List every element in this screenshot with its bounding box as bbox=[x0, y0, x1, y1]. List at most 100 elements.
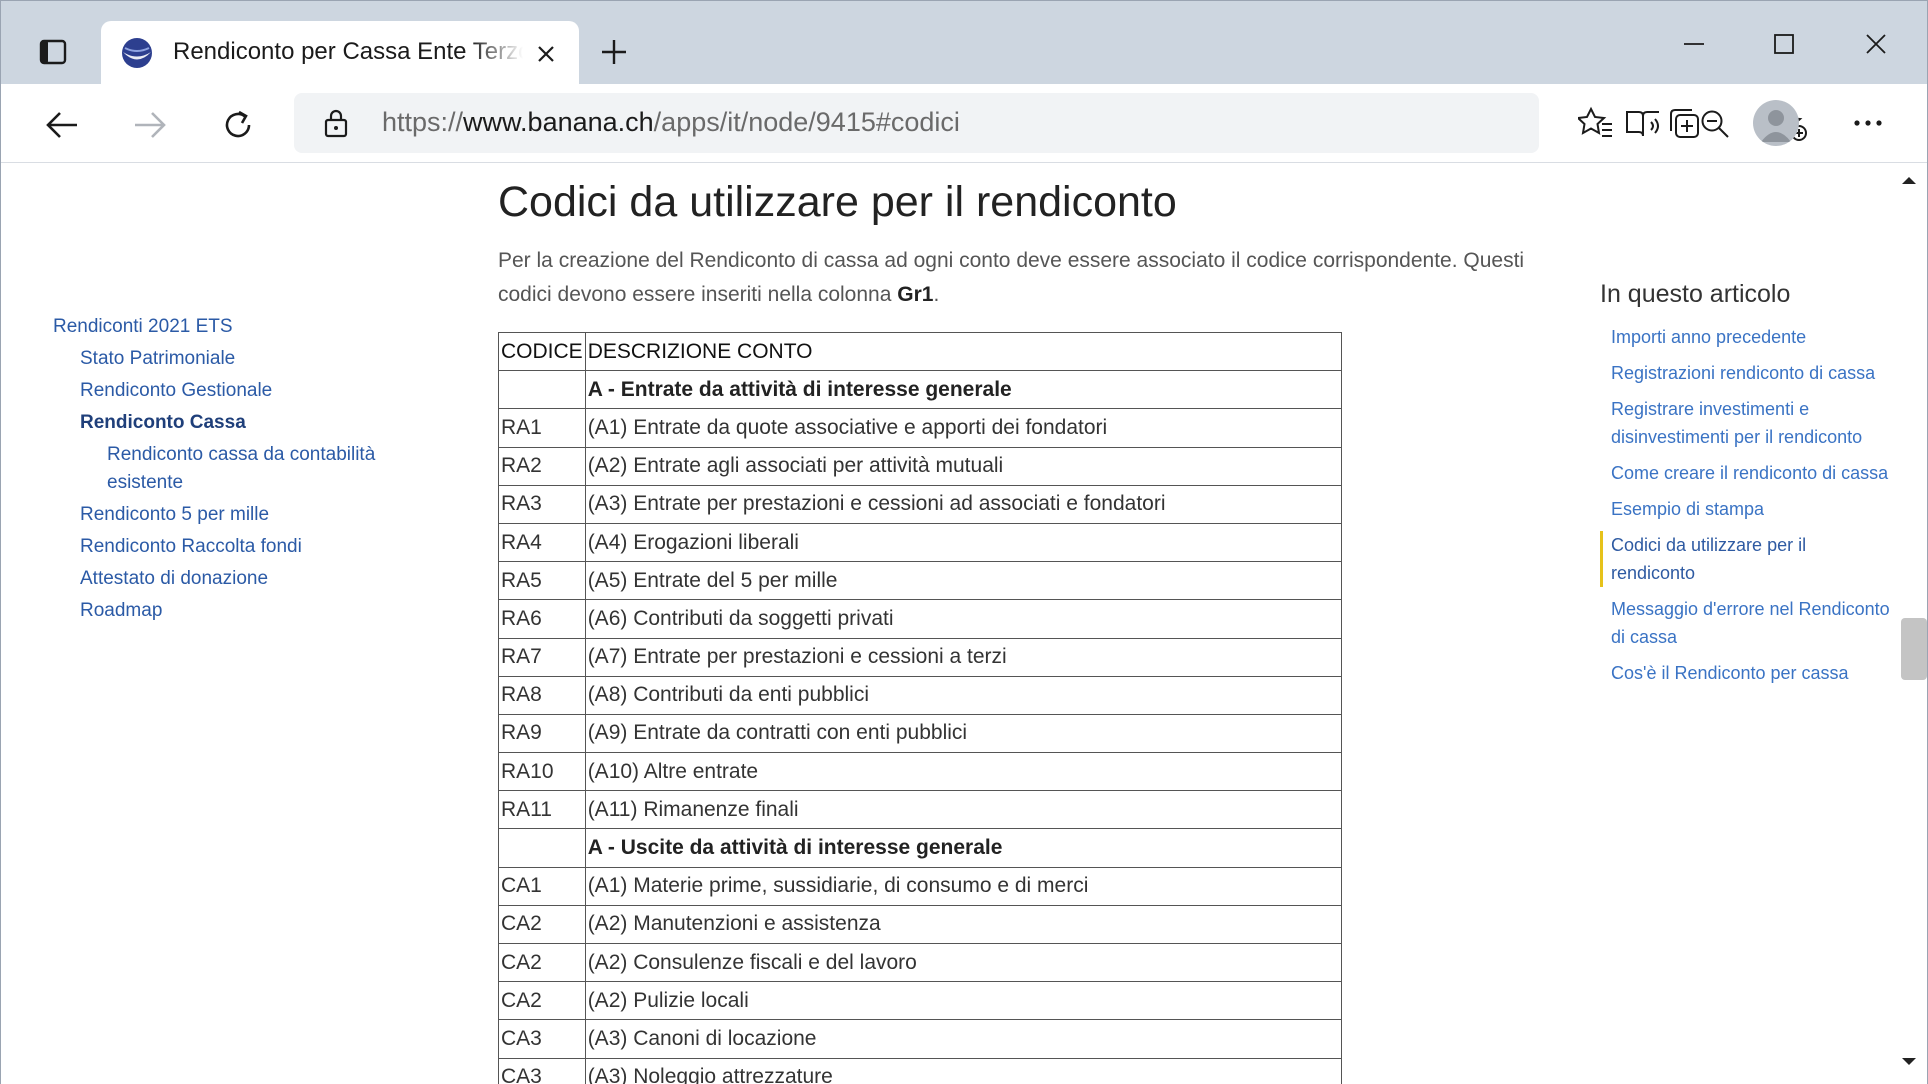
code-cell: RA8 bbox=[498, 675, 586, 715]
close-tab-icon[interactable] bbox=[529, 37, 563, 71]
scroll-down-arrow-icon[interactable] bbox=[1899, 1054, 1919, 1070]
description-cell: (A8) Contributi da enti pubblici bbox=[584, 675, 1342, 715]
url-host: www.banana.ch bbox=[463, 107, 654, 137]
code-cell: CA3 bbox=[498, 1057, 586, 1084]
banana-logo-icon bbox=[121, 37, 153, 69]
nav-item-rendiconto-cassa-contabilita[interactable]: Rendiconto cassa da contabilità esistent… bbox=[53, 441, 413, 497]
nav-item-rendiconto-gestionale[interactable]: Rendiconto Gestionale bbox=[53, 375, 413, 407]
header-descrizione: DESCRIZIONE CONTO bbox=[584, 331, 1342, 372]
description-cell: (A3) Noleggio attrezzature bbox=[584, 1057, 1342, 1084]
table-row: RA11 (A11) Rimanenze finali bbox=[498, 790, 1342, 830]
toc-item-registrazioni-rendiconto[interactable]: Registrazioni rendiconto di cassa bbox=[1600, 359, 1890, 387]
table-header-row: CODICE DESCRIZIONE CONTO bbox=[498, 331, 1342, 372]
scrollbar-thumb[interactable] bbox=[1901, 618, 1927, 680]
browser-window: Rendiconto per Cassa Ente Terzo Settore bbox=[0, 0, 1928, 1084]
tab-actions-icon[interactable] bbox=[29, 29, 77, 75]
close-window-icon[interactable] bbox=[1851, 21, 1901, 67]
code-cell bbox=[498, 828, 586, 868]
new-tab-plus-icon[interactable] bbox=[591, 29, 637, 75]
toc-item-messaggio-errore[interactable]: Messaggio d'errore nel Rendiconto di cas… bbox=[1600, 595, 1890, 651]
description-cell: (A3) Canoni di locazione bbox=[584, 1019, 1342, 1059]
nav-item-rendiconti-2021-ets[interactable]: Rendiconti 2021 ETS bbox=[53, 311, 413, 343]
minimize-icon[interactable] bbox=[1669, 21, 1719, 67]
description-cell: (A11) Rimanenze finali bbox=[584, 790, 1342, 830]
address-bar[interactable]: https://www.banana.ch/apps/it/node/9415#… bbox=[294, 93, 1807, 153]
refresh-icon[interactable] bbox=[213, 100, 263, 150]
intro-end: . bbox=[933, 283, 940, 306]
title-bar: Rendiconto per Cassa Ente Terzo Settore bbox=[1, 1, 1927, 84]
table-row: CA3 (A3) Canoni di locazione bbox=[498, 1019, 1342, 1059]
nav-item-rendiconto-raccolta-fondi[interactable]: Rendiconto Raccolta fondi bbox=[53, 531, 413, 563]
tab-title: Rendiconto per Cassa Ente Terzo Settore bbox=[173, 38, 523, 65]
table-row: RA7 (A7) Entrate per prestazioni e cessio… bbox=[498, 637, 1342, 677]
table-row: RA1 (A1) Entrate da quote associative e a… bbox=[498, 408, 1342, 448]
code-cell: CA1 bbox=[498, 866, 586, 906]
nav-item-rendiconto-5-per-mille[interactable]: Rendiconto 5 per mille bbox=[53, 499, 413, 531]
toc-item-codici-active[interactable]: Codici da utilizzare per il rendiconto bbox=[1600, 531, 1890, 587]
description-cell: (A10) Altre entrate bbox=[584, 752, 1342, 792]
code-cell: CA2 bbox=[498, 904, 586, 945]
favorites-icon[interactable] bbox=[1573, 100, 1619, 146]
section-title-cell: A - Entrate da attività di interesse gen… bbox=[584, 370, 1342, 410]
description-cell: (A3) Entrate per prestazioni e cessioni … bbox=[584, 484, 1342, 524]
tab-active[interactable]: Rendiconto per Cassa Ente Terzo Settore bbox=[101, 21, 579, 84]
table-row: RA4 (A4) Erogazioni liberali bbox=[498, 522, 1342, 563]
toc-item-cos-e-rendiconto[interactable]: Cos'è il Rendiconto per cassa bbox=[1600, 659, 1890, 687]
code-cell: RA6 bbox=[498, 599, 586, 639]
table-row: CA2 (A2) Manutenzioni e assistenza bbox=[498, 904, 1342, 945]
code-cell: CA2 bbox=[498, 981, 586, 1021]
table-row: RA8 (A8) Contributi da enti pubblici bbox=[498, 675, 1342, 715]
code-cell: RA7 bbox=[498, 637, 586, 677]
more-menu-icon[interactable] bbox=[1845, 100, 1891, 146]
toc-item-registrare-investimenti[interactable]: Registrare investimenti e disinvestiment… bbox=[1600, 395, 1890, 451]
url-text[interactable]: https://www.banana.ch/apps/it/node/9415#… bbox=[382, 107, 960, 138]
code-cell: CA3 bbox=[498, 1019, 586, 1059]
description-cell: (A1) Materie prime, sussidiarie, di cons… bbox=[584, 866, 1342, 906]
intro-text: Per la creazione del Rendiconto di cassa… bbox=[498, 249, 1525, 306]
table-row: RA9 (A9) Entrate da contratti con enti pu… bbox=[498, 713, 1342, 754]
code-cell: RA11 bbox=[498, 790, 586, 830]
collections-icon[interactable] bbox=[1661, 100, 1707, 146]
description-cell: (A2) Entrate agli associati per attività… bbox=[584, 446, 1342, 486]
maximize-icon[interactable] bbox=[1759, 21, 1809, 67]
table-row: CA2 (A2) Consulenze fiscali e del lavoro bbox=[498, 942, 1342, 983]
nav-item-stato-patrimoniale[interactable]: Stato Patrimoniale bbox=[53, 343, 413, 375]
page-scrollbar[interactable] bbox=[1891, 164, 1927, 1084]
lock-icon[interactable] bbox=[320, 107, 352, 139]
back-arrow-icon[interactable] bbox=[37, 100, 87, 150]
codes-table: CODICE DESCRIZIONE CONTO A - Entrate da … bbox=[498, 331, 1342, 1084]
code-cell: RA9 bbox=[498, 713, 586, 754]
immersive-reader-icon[interactable] bbox=[1624, 107, 1664, 141]
header-codice: CODICE bbox=[498, 331, 586, 372]
url-path: /apps/it/node/9415#codici bbox=[653, 107, 960, 137]
intro-bold-column: Gr1 bbox=[897, 283, 934, 306]
table-row: RA2 (A2) Entrate agli associati per attiv… bbox=[498, 446, 1342, 486]
table-section-row: A - Uscite da attività di interesse gene… bbox=[498, 828, 1342, 868]
toc-item-esempio-stampa[interactable]: Esempio di stampa bbox=[1600, 495, 1890, 523]
toc-item-importi-anno-precedente[interactable]: Importi anno precedente bbox=[1600, 323, 1890, 351]
forward-arrow-icon[interactable] bbox=[125, 100, 175, 150]
description-cell: (A7) Entrate per prestazioni e cessioni … bbox=[584, 637, 1342, 677]
description-cell: (A6) Contributi da soggetti privati bbox=[584, 599, 1342, 639]
scroll-up-arrow-icon[interactable] bbox=[1899, 172, 1919, 188]
code-cell: RA1 bbox=[498, 408, 586, 448]
code-cell: RA3 bbox=[498, 484, 586, 524]
profile-avatar-icon[interactable] bbox=[1753, 100, 1799, 146]
nav-item-rendiconto-cassa[interactable]: Rendiconto Cassa bbox=[53, 407, 413, 439]
code-cell: RA10 bbox=[498, 752, 586, 792]
table-row: CA1 (A1) Materie prime, sussidiarie, di c… bbox=[498, 866, 1342, 906]
toc-title: In questo articolo bbox=[1600, 280, 1791, 308]
table-row: RA6 (A6) Contributi da soggetti privati bbox=[498, 599, 1342, 639]
nav-item-roadmap[interactable]: Roadmap bbox=[53, 595, 413, 627]
table-row: CA3 (A3) Noleggio attrezzature bbox=[498, 1057, 1342, 1084]
toc-item-come-creare[interactable]: Come creare il rendiconto di cassa bbox=[1600, 459, 1890, 487]
code-cell: CA2 bbox=[498, 942, 586, 983]
table-of-contents: In questo articolo Importi anno preceden… bbox=[1600, 277, 1890, 695]
nav-item-attestato-donazione[interactable]: Attestato di donazione bbox=[53, 563, 413, 595]
code-cell: RA4 bbox=[498, 522, 586, 563]
description-cell: (A2) Manutenzioni e assistenza bbox=[584, 904, 1342, 945]
url-scheme: https:// bbox=[382, 107, 464, 137]
article-title: Codici da utilizzare per il rendiconto bbox=[498, 178, 1177, 226]
code-cell bbox=[498, 370, 586, 410]
web-page: Rendiconti 2021 ETS Stato Patrimoniale R… bbox=[1, 164, 1891, 1084]
